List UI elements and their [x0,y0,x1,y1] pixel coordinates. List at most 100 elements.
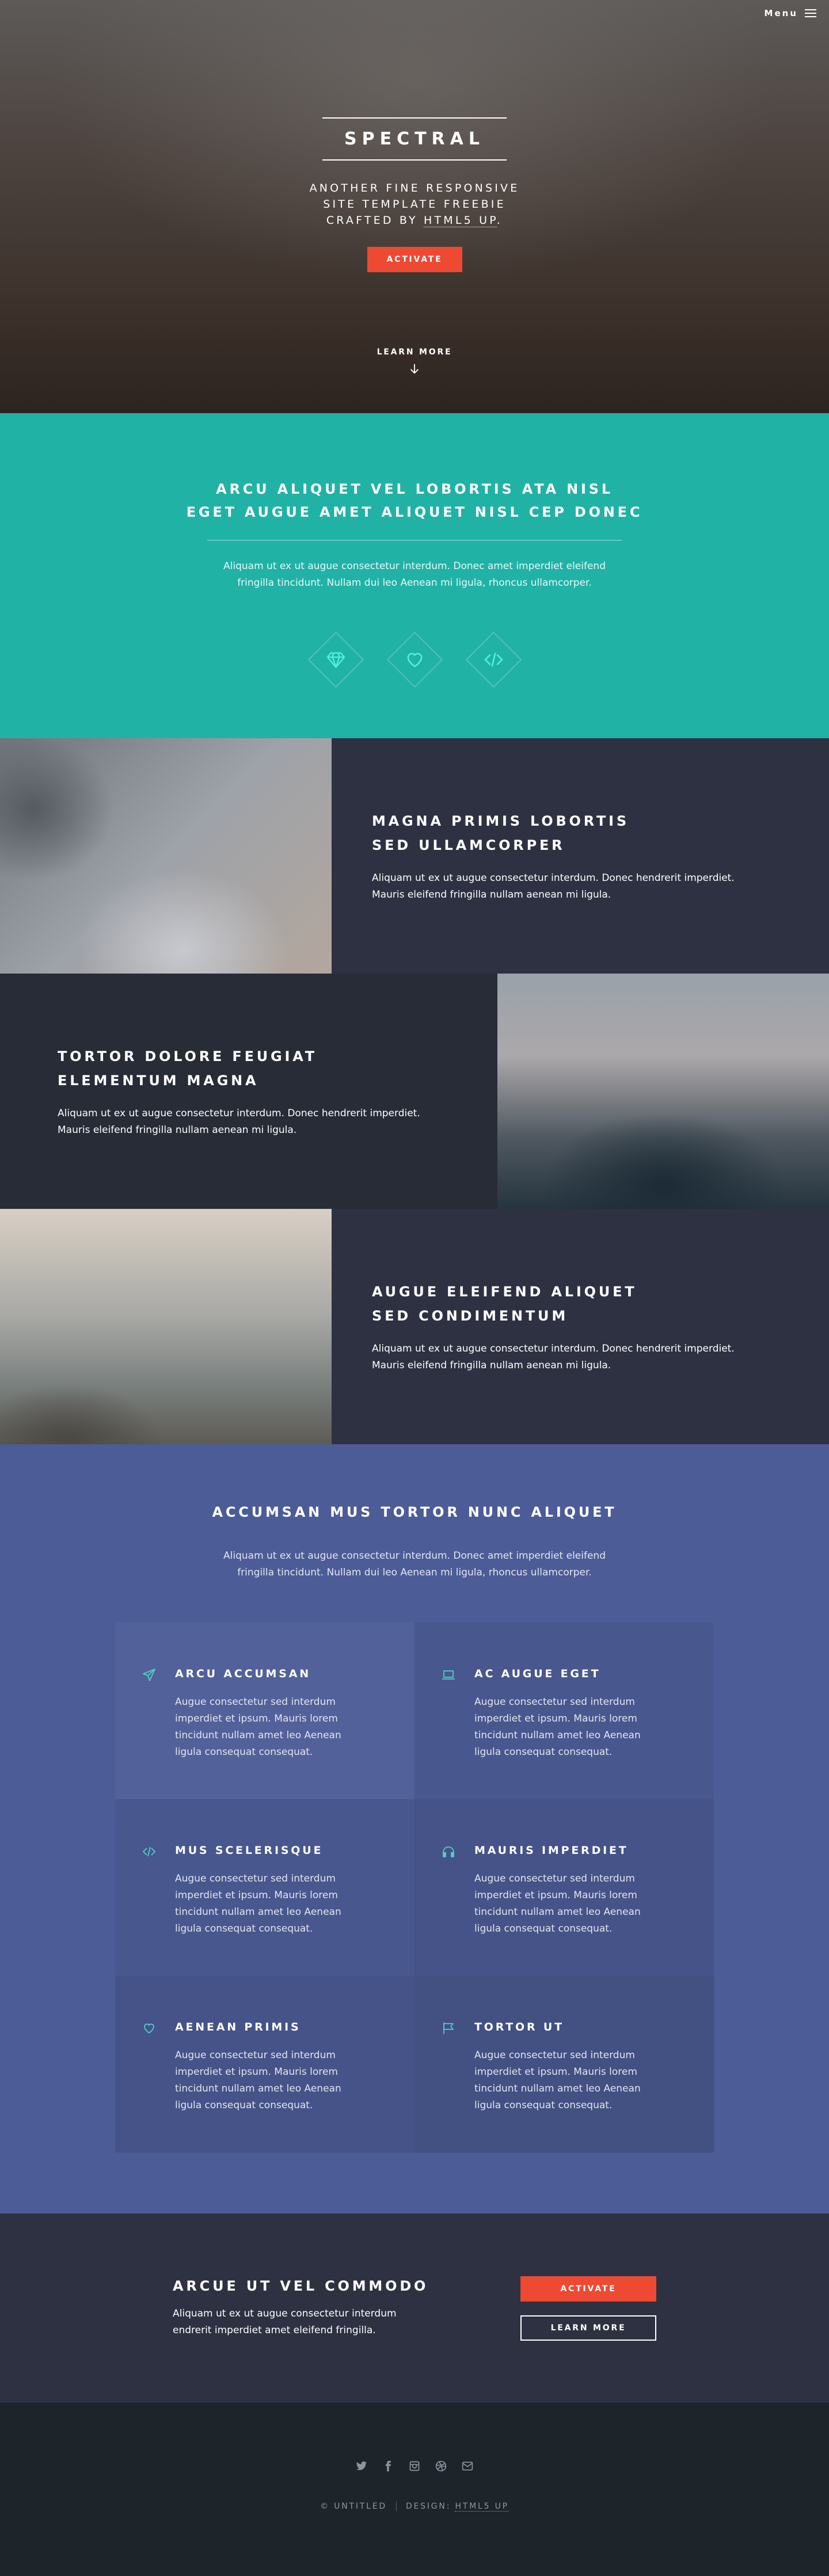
feature-text-line: Augue consectetur sed interdum [474,1696,635,1708]
spotlight-title: Tortor dolore feugiat elementum magna [58,1044,497,1093]
divider [396,2502,397,2511]
intro-text-line: Aliquam ut ex ut augue consectetur inter… [223,560,606,572]
feature-text: Augue consectetur sed interdum imperdiet … [175,1694,365,1761]
feature-card: Ac Augue Eget Augue consectetur sed inte… [414,1623,714,1799]
menu-label: Menu [764,8,798,18]
flag-icon [443,2022,454,2034]
activate-button[interactable]: Activate [520,2276,656,2302]
diamond-frame [308,632,364,688]
html5up-link[interactable]: HTML5 UP [455,2502,509,2512]
feature-card: Aenean Primis Augue consectetur sed inte… [115,1976,414,2153]
heart-icon [407,652,422,667]
hero-subtitle: Another fine responsive site template fr… [0,180,829,228]
feature-text-line: Augue consectetur sed interdum [175,1696,336,1708]
features-title: Accumsan mus tortor nunc aliquet [212,1504,617,1520]
feature-card: Mus Scelerisque Augue consectetur sed in… [115,1799,414,1976]
feature-text-line: imperdiet et ipsum. Mauris lorem [474,2066,637,2078]
spotlight-title-line: Tortor dolore feugiat [58,1048,317,1064]
feature-text-line: ligula consequat consequat. [175,1746,313,1758]
feature-text: Augue consectetur sed interdum imperdiet … [474,1871,664,1937]
spotlight-text: Aliquam ut ex ut augue consectetur inter… [372,870,829,903]
feature-title: Ac Augue Eget [474,1667,601,1680]
learn-more-button[interactable]: Learn More [520,2315,656,2341]
intro-icon-row [0,632,829,688]
paper-plane-icon [143,1669,155,1681]
feature-text-line: imperdiet et ipsum. Mauris lorem [175,1713,338,1724]
facebook-icon[interactable] [382,2460,394,2472]
laptop-icon [442,1670,455,1680]
spotlight-1: Magna primis lobortis sed ullamcorper Al… [0,738,829,974]
feature-text-line: Augue consectetur sed interdum [474,2050,635,2061]
feature-text-line: ligula consequat consequat. [474,1746,613,1758]
diamond-frame [466,632,522,688]
spotlight-title: Magna primis lobortis sed ullamcorper [372,809,829,857]
spotlight-content: Augue eleifend aliquet sed condimentum A… [332,1209,829,1444]
intro-text: Aliquam ut ex ut augue consectetur inter… [0,558,829,591]
spotlight-text-line: Mauris eleifend fringilla nullam aenean … [372,888,611,900]
feature-text-line: ligula consequat consequat. [175,1923,313,1934]
intro-title-line: eget augue amet aliquet nisl cep donec [186,504,643,520]
spotlight-text-line: Aliquam ut ex ut augue consectetur inter… [372,1342,735,1354]
features-intro-line: fringilla tincidunt. Nullam dui leo Aene… [237,1567,592,1578]
dribbble-icon[interactable] [435,2460,447,2472]
spotlight-title: Augue eleifend aliquet sed condimentum [372,1280,829,1328]
hero-subtitle-prefix: crafted by [326,214,424,227]
spotlight-image[interactable] [497,974,829,1209]
feature-text-line: imperdiet et ipsum. Mauris lorem [474,1713,637,1724]
instagram-icon[interactable] [409,2460,420,2472]
spotlight-image[interactable] [0,1209,332,1444]
feature-text-line: tincidunt nullam amet leo Aenean [474,2083,641,2094]
hamburger-icon [805,9,816,17]
spotlight-content: Tortor dolore feugiat elementum magna Al… [0,974,497,1209]
code-icon [142,1846,156,1857]
learn-more-label: Learn More [377,348,452,357]
spotlight-title-line: sed condimentum [372,1307,569,1324]
feature-text-line: Augue consectetur sed interdum [175,2050,336,2061]
copyright: © Untitled Design: HTML5 UP [0,2502,829,2512]
spotlight-title-line: Augue eleifend aliquet [372,1283,637,1300]
feature-text-line: imperdiet et ipsum. Mauris lorem [175,2066,338,2078]
email-icon[interactable] [462,2460,473,2472]
spotlight-text-line: Aliquam ut ex ut augue consectetur inter… [58,1107,420,1119]
cta-text-line: endrerit imperdiet amet eleifend fringil… [173,2324,376,2336]
design-credit-prefix: Design: [405,2502,455,2511]
feature-title: Mauris Imperdiet [474,1844,629,1857]
heart-icon [144,2023,154,2034]
spotlight-title-line: elementum magna [58,1072,259,1089]
cta-text-line: Aliquam ut ex ut augue consectetur inter… [173,2307,397,2319]
feature-title: Arcu Accumsan [175,1667,311,1680]
hero-subtitle-line: Another fine responsive [309,182,520,194]
spotlight-image[interactable] [0,738,332,974]
feature-text-line: Augue consectetur sed interdum [474,1873,635,1884]
hero-subtitle-line: crafted by HTML5 UP. [0,212,829,228]
feature-text-line: imperdiet et ipsum. Mauris lorem [474,1890,637,1901]
twitter-icon[interactable] [356,2460,367,2472]
spotlight-text: Aliquam ut ex ut augue consectetur inter… [58,1105,497,1139]
footer: © Untitled Design: HTML5 UP [0,2403,829,2576]
intro-title-line: Arcu aliquet vel lobortis ata nisl [216,481,613,497]
menu-button[interactable]: Menu [765,8,816,18]
arrow-down-icon [410,364,419,374]
spotlight-content: Magna primis lobortis sed ullamcorper Al… [332,738,829,974]
hero-title: Spectral [322,117,507,161]
activate-button[interactable]: Activate [367,247,462,272]
intro-title: Arcu aliquet vel lobortis ata nisl eget … [0,478,829,524]
features-intro-line: Aliquam ut ex ut augue consectetur inter… [223,1550,606,1562]
feature-text-line: ligula consequat consequat. [175,2100,313,2111]
feature-text-line: tincidunt nullam amet leo Aenean [474,1906,641,1918]
features-grid: Arcu Accumsan Augue consectetur sed inte… [115,1623,714,2153]
feature-text: Augue consectetur sed interdum imperdiet … [175,2047,365,2114]
feature-text-line: ligula consequat consequat. [474,2100,613,2111]
hero-subtitle-line: site template freebie [323,198,506,211]
hero-banner: Menu Spectral Another fine responsive si… [0,0,829,413]
learn-more-link[interactable]: Learn More [0,348,829,375]
feature-text-line: tincidunt nullam amet leo Aenean [175,1906,341,1918]
code-icon [484,652,503,667]
feature-title: Tortor Ut [474,2021,564,2033]
feature-title: Aenean Primis [175,2021,301,2033]
spotlight-text-line: Aliquam ut ex ut augue consectetur inter… [372,872,735,884]
html5up-link[interactable]: HTML5 UP [424,214,497,227]
cta-title: Arcue ut vel commodo [173,2277,429,2294]
feature-card: Mauris Imperdiet Augue consectetur sed i… [414,1799,714,1976]
spotlight-text-line: Mauris eleifend fringilla nullam aenean … [58,1124,297,1136]
